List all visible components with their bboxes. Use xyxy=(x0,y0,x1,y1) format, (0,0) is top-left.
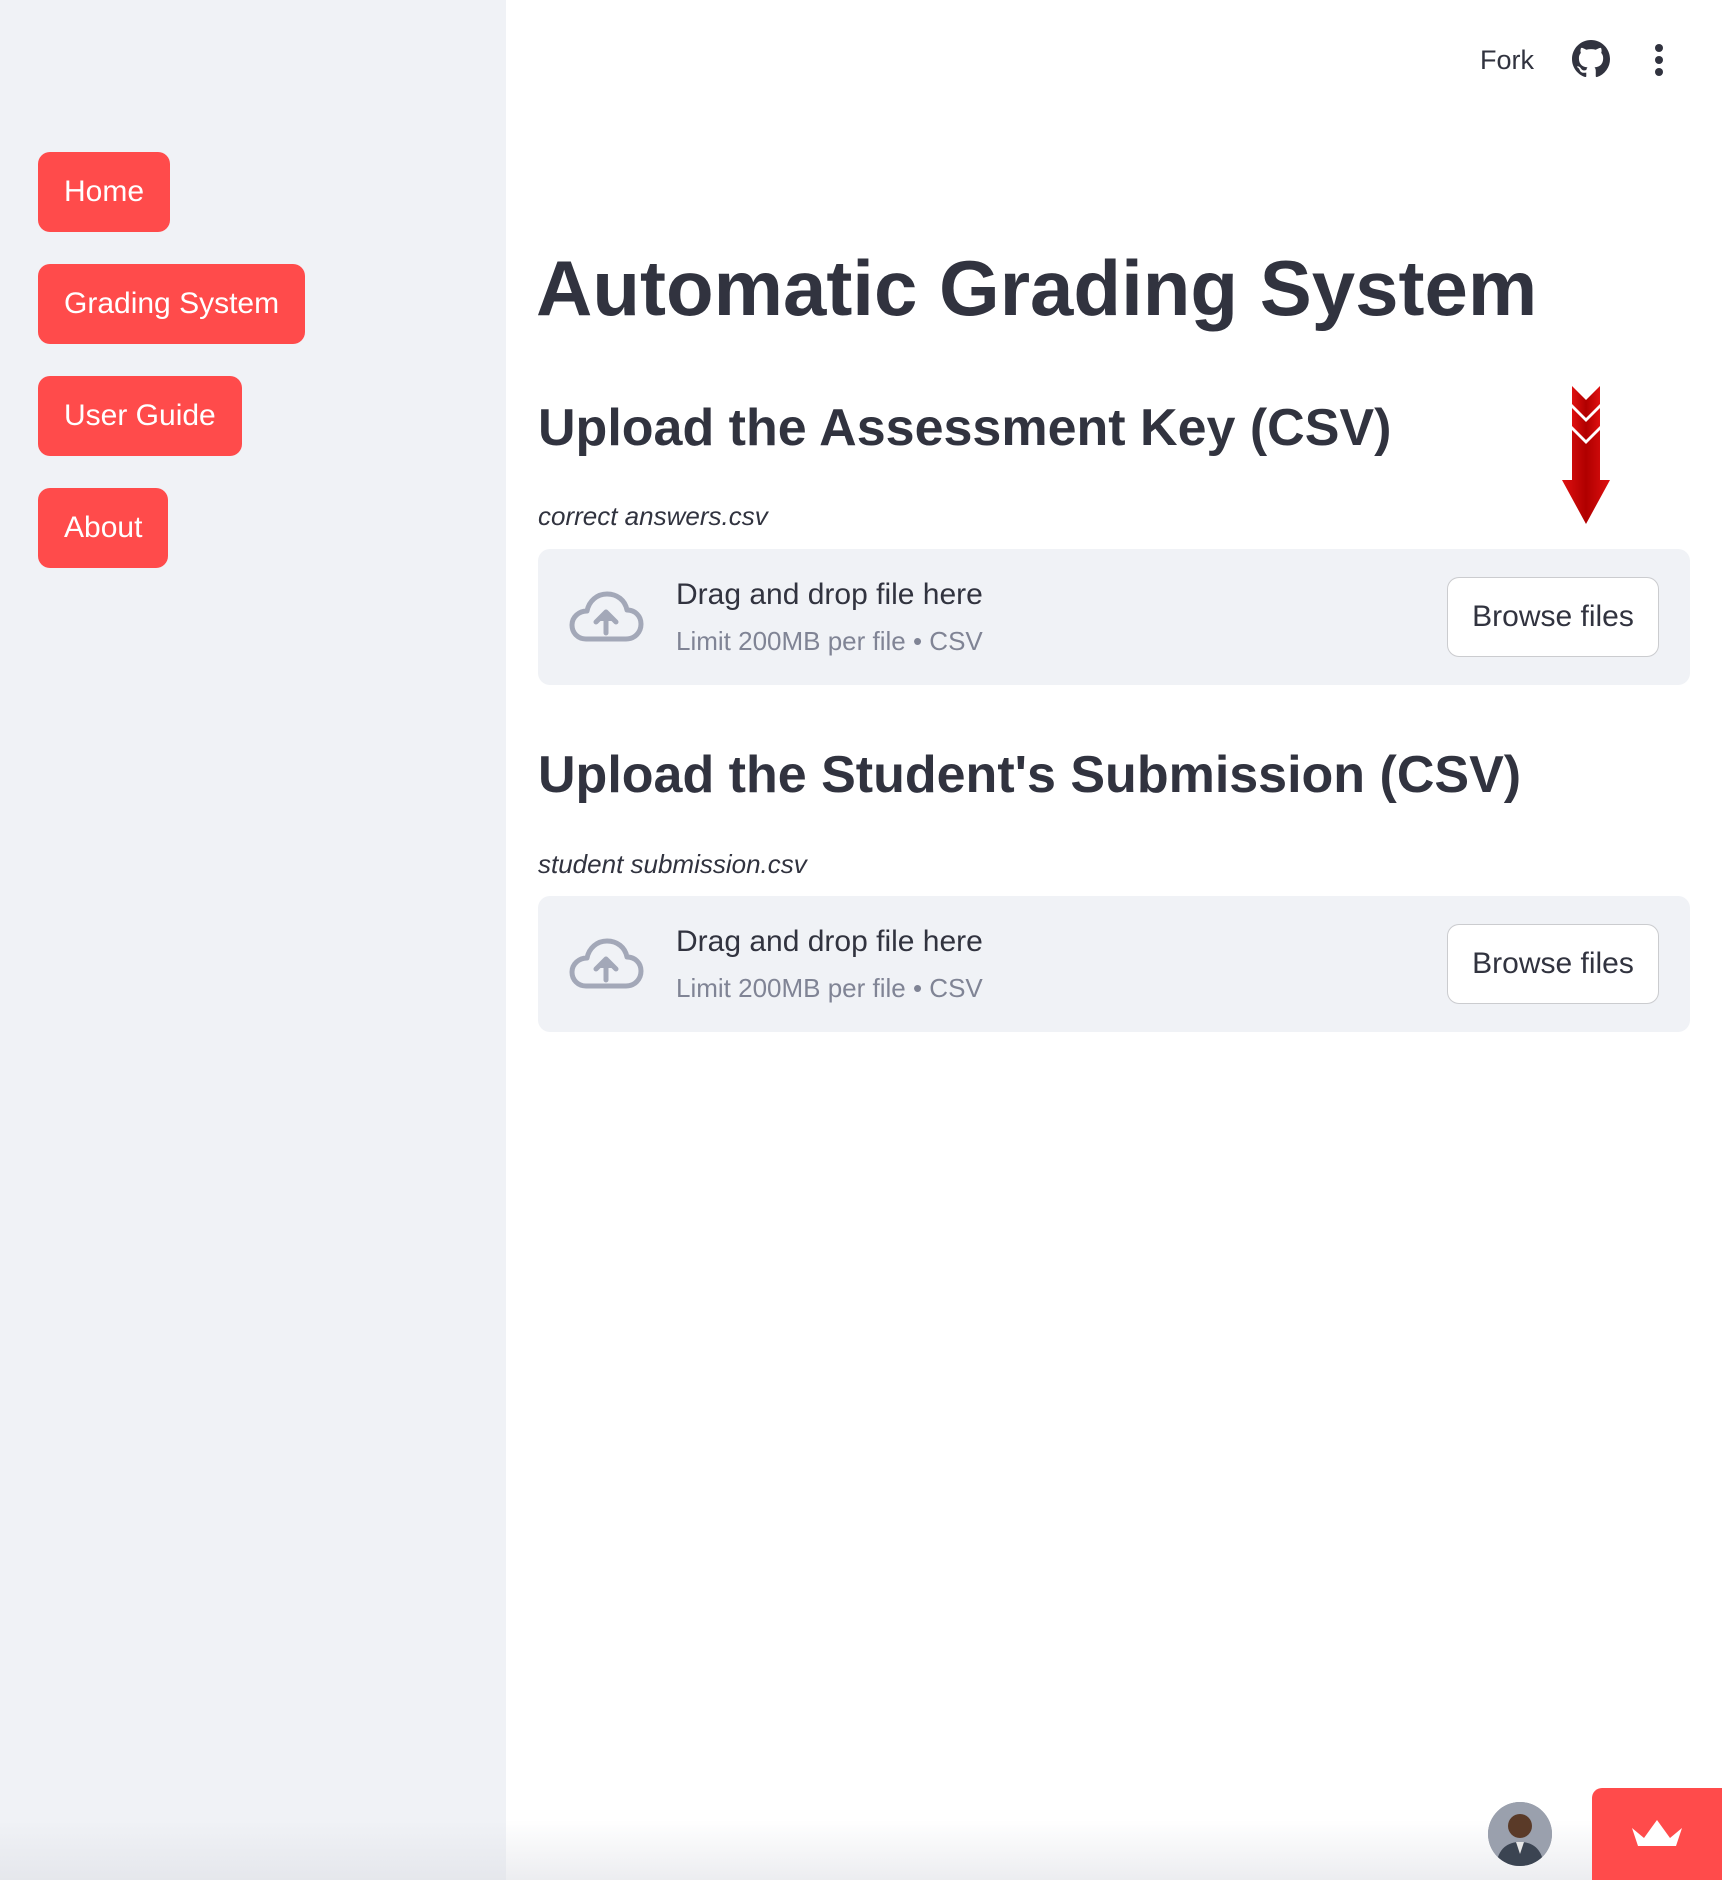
page-title: Automatic Grading System xyxy=(536,244,1538,332)
nav-button-home[interactable]: Home xyxy=(38,152,171,232)
kebab-menu-icon[interactable] xyxy=(1640,40,1678,80)
nav-button-grading-system[interactable]: Grading System xyxy=(38,264,306,344)
student-submission-heading: Upload the Student's Submission (CSV) xyxy=(538,746,1522,804)
avatar[interactable] xyxy=(1488,1802,1552,1866)
cloud-upload-icon xyxy=(568,589,644,645)
cloud-upload-icon xyxy=(568,936,644,992)
crown-icon xyxy=(1632,1820,1682,1846)
assessment-key-dropzone[interactable]: Drag and drop file here Limit 200MB per … xyxy=(538,549,1690,685)
down-arrow-icon xyxy=(1562,384,1610,526)
dropzone-instruction: Drag and drop file here xyxy=(676,578,983,611)
dropzone-instruction: Drag and drop file here xyxy=(676,925,983,958)
assessment-key-caption: correct answers.csv xyxy=(538,501,768,531)
student-submission-caption: student submission.csv xyxy=(538,849,807,879)
sidebar: Home Grading System User Guide About xyxy=(0,0,506,1880)
dropzone-limit-text: Limit 200MB per file • CSV xyxy=(676,973,983,1003)
browse-files-button[interactable]: Browse files xyxy=(1447,577,1659,657)
streamlit-badge[interactable] xyxy=(1592,1788,1722,1880)
nav-button-user-guide[interactable]: User Guide xyxy=(38,376,242,456)
fork-link[interactable]: Fork xyxy=(1480,40,1534,80)
assessment-key-heading: Upload the Assessment Key (CSV) xyxy=(538,399,1392,457)
dropzone-limit-text: Limit 200MB per file • CSV xyxy=(676,626,983,656)
nav-button-about[interactable]: About xyxy=(38,488,169,568)
app: Home Grading System User Guide About For… xyxy=(0,0,1722,1880)
github-icon[interactable] xyxy=(1572,40,1610,78)
student-submission-dropzone[interactable]: Drag and drop file here Limit 200MB per … xyxy=(538,896,1690,1032)
browse-files-button[interactable]: Browse files xyxy=(1447,924,1659,1004)
